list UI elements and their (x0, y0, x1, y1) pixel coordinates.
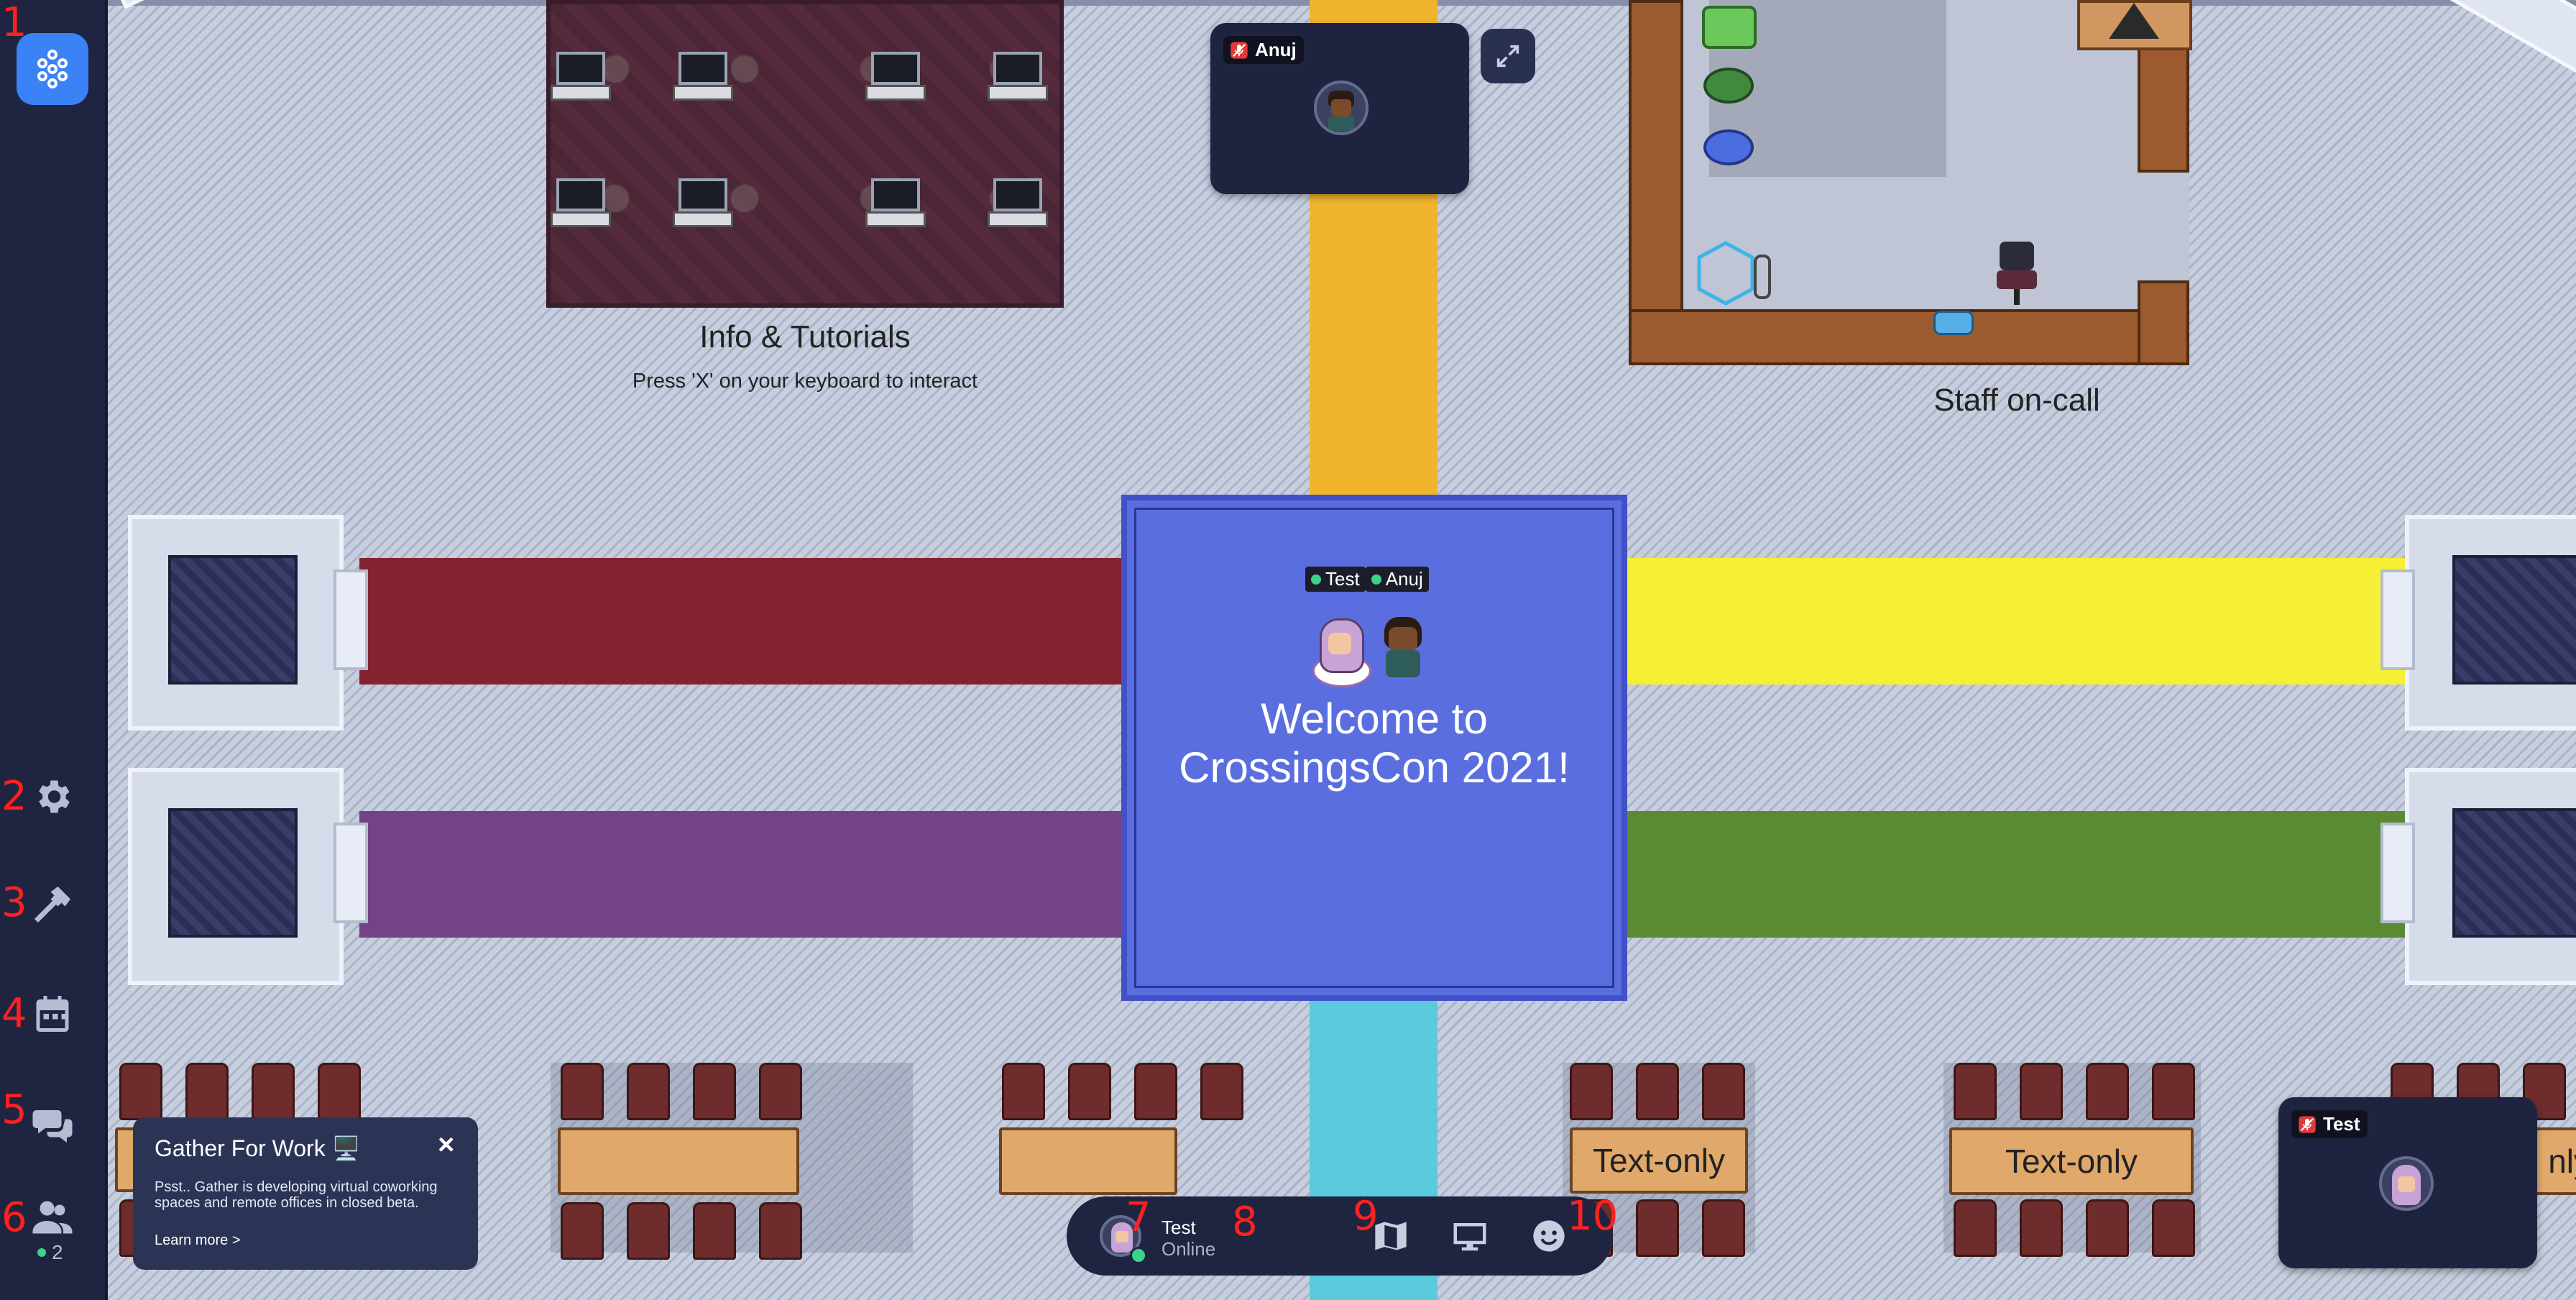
computer-desk[interactable] (865, 178, 926, 232)
top-right-wall (2437, 0, 2576, 104)
calendar-icon (36, 996, 69, 1032)
annotation-number: 7 (1126, 1194, 1151, 1241)
info-subtitle: Press 'X' on your keyboard to interact (632, 370, 978, 393)
chair-row (561, 1063, 802, 1120)
portal-pad[interactable] (2380, 768, 2576, 985)
chair-row (1570, 1063, 1745, 1120)
info-title: Info & Tutorials (699, 319, 911, 354)
player-avatar-test[interactable] (1312, 617, 1371, 687)
computer-desk[interactable] (551, 178, 611, 232)
chair-row (119, 1063, 361, 1120)
mic-off-icon (2299, 1115, 2316, 1133)
lamp-stand (1754, 255, 1771, 299)
staff-label: Staff on-call (1933, 383, 2100, 418)
computer-desk[interactable] (865, 52, 926, 105)
video-name-tag: Test (2291, 1110, 2368, 1138)
pet-sprite (1933, 311, 1974, 335)
blue-cushion[interactable] (1703, 129, 1754, 165)
portal-pad[interactable] (128, 768, 368, 985)
hammer-icon (34, 887, 70, 923)
computer-desk[interactable] (673, 52, 733, 105)
avatar (2379, 1156, 2434, 1211)
hexagon-marker[interactable] (1693, 237, 1758, 309)
annotation-number: 3 (1, 879, 27, 926)
table[interactable] (999, 1127, 1177, 1195)
popup-learn-more-link[interactable]: Learn more > (155, 1232, 241, 1249)
game-map[interactable]: Info & Tutorials Press 'X' on your keybo… (101, 0, 2576, 1300)
red-path (359, 558, 1236, 685)
user-status: Online (1162, 1238, 1216, 1260)
popup-close-button[interactable]: × (438, 1129, 454, 1161)
gather-logo-button[interactable] (17, 33, 88, 105)
gear-icon (39, 780, 70, 813)
settings-button[interactable] (17, 761, 88, 833)
player-nametag-test: Test (1305, 567, 1366, 592)
computer-desk[interactable] (988, 178, 1048, 232)
green-path (1624, 811, 2472, 938)
info-desk-grid (546, 0, 1064, 308)
annotation-number: 9 (1353, 1193, 1379, 1240)
purple-path (359, 811, 1236, 938)
expand-button[interactable] (1481, 29, 1535, 83)
annotation-number: 2 (1, 773, 27, 820)
green-cushion[interactable] (1703, 68, 1754, 104)
annotation-number: 1 (1, 0, 27, 46)
office-chair[interactable] (1995, 242, 2038, 306)
user-name[interactable]: Test (1162, 1217, 1196, 1239)
avatar (1314, 81, 1368, 135)
chair-row (1954, 1063, 2195, 1120)
tent-corner (2077, 0, 2192, 50)
player-nametags: Test Anuj (1305, 567, 1429, 592)
video-tile-test[interactable]: Test (2278, 1097, 2537, 1268)
portal-pad[interactable] (2380, 515, 2576, 731)
table[interactable] (558, 1127, 799, 1195)
people-icon (32, 1201, 73, 1234)
screen-share-button[interactable] (1448, 1214, 1492, 1258)
yellow-path (1624, 558, 2472, 685)
portal-pad[interactable] (128, 515, 368, 731)
popup-body: Psst.. Gather is developing virtual cowo… (155, 1179, 438, 1211)
welcome-text: Welcome to CrossingsCon 2021! (1179, 695, 1570, 792)
chair-row (1954, 1199, 2195, 1257)
video-tile-anuj[interactable]: Anuj (1210, 23, 1469, 194)
chat-button[interactable] (17, 1089, 88, 1161)
chair-row (1002, 1063, 1243, 1120)
online-status-dot (1130, 1247, 1147, 1264)
computer-desk[interactable] (988, 52, 1048, 105)
table-text-only[interactable]: Text-only (1949, 1127, 2194, 1195)
participant-count: 2 (37, 1241, 63, 1264)
popup-title: Gather For Work 🖥️ (155, 1135, 361, 1161)
annotation-number: 10 (1567, 1193, 1619, 1240)
annotation-number: 5 (1, 1086, 27, 1133)
gather-for-work-popup: Gather For Work 🖥️ × Psst.. Gather is de… (133, 1117, 478, 1270)
gather-logo-icon (37, 50, 68, 88)
mic-off-icon (1230, 41, 1248, 59)
chat-icon (32, 1110, 73, 1143)
green-chair[interactable] (1702, 6, 1757, 49)
emote-button[interactable] (1527, 1214, 1571, 1258)
participants-button[interactable] (17, 1185, 88, 1250)
computer-desk[interactable] (551, 52, 611, 105)
screen-share-icon (1453, 1223, 1486, 1251)
chair-row (561, 1202, 802, 1260)
gather-app: Info & Tutorials Press 'X' on your keybo… (0, 0, 2576, 1300)
annotation-number: 4 (1, 990, 27, 1037)
staff-room (1629, 0, 2189, 365)
player-avatar-anuj[interactable] (1380, 617, 1426, 677)
table-text-only[interactable]: Text-only (1570, 1127, 1748, 1194)
annotation-number: 8 (1232, 1199, 1258, 1245)
player-nametag-anuj: Anuj (1365, 567, 1429, 592)
computer-desk[interactable] (673, 178, 733, 232)
expand-icon (1496, 45, 1519, 68)
emoji-icon (1533, 1220, 1565, 1252)
video-name-tag: Anuj (1223, 36, 1304, 64)
calendar-button[interactable] (17, 978, 88, 1050)
annotation-number: 6 (1, 1194, 27, 1241)
build-button[interactable] (17, 869, 88, 940)
